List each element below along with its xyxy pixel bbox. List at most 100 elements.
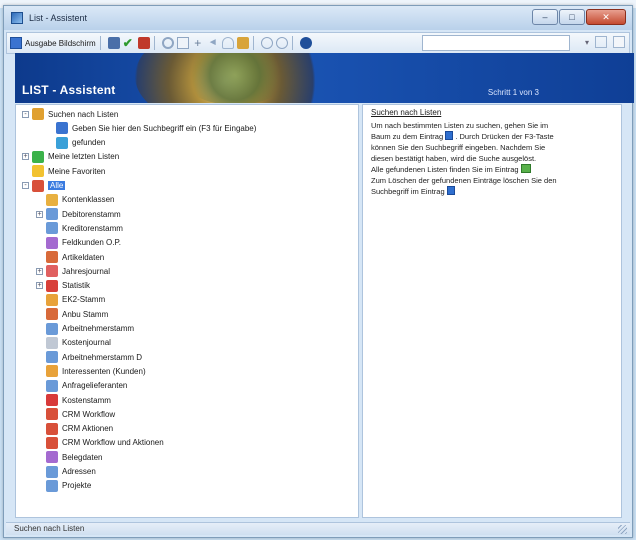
help-button[interactable] [299,34,312,52]
tree-item-label: CRM Workflow [62,409,116,419]
tree-item[interactable]: + Meine letzten Listen [22,150,119,164]
expand-toggle-icon[interactable]: + [36,267,43,275]
people-icon [46,351,58,364]
first-button[interactable] [260,34,273,52]
expand-toggle-icon[interactable]: + [22,153,29,161]
doc-icon [46,308,58,321]
toolbar-separator [291,36,293,50]
cost-icon [46,394,58,406]
people-icon [46,208,58,221]
box-icon [46,251,58,263]
help-icon [299,37,312,49]
tree-item-label: CRM Aktionen [62,424,114,434]
tree-item[interactable]: Meine Favoriten [22,164,105,178]
crm-icon [46,408,58,421]
tree-item[interactable]: CRM Aktionen [36,422,113,436]
expand-toggle-icon[interactable]: + [36,210,43,218]
caption-buttons: – □ ✕ [531,9,626,25]
tree-item[interactable]: Adressen [36,465,96,479]
tree-item[interactable]: Kreditorenstamm [36,221,123,235]
list-found-icon [520,164,531,173]
expand-toggle-icon[interactable]: - [22,182,29,189]
back-button[interactable]: ◄ [207,34,219,52]
tree-item[interactable]: Kostenjournal [36,336,111,350]
document-icon[interactable] [613,36,625,48]
close-button[interactable]: ✕ [586,9,626,25]
tree-item[interactable]: Kontenklassen [36,193,114,207]
dropdown-arrow-icon[interactable]: ▾ [585,38,589,47]
info-icon [445,131,454,140]
people-icon [46,379,58,392]
tree-item[interactable]: Artikeldaten [36,250,104,264]
help-line: Suchbegriff im Eintrag [371,187,445,196]
add-button[interactable]: + [192,34,204,52]
tree-item[interactable]: EK2-Stamm [36,293,105,307]
tree-item-label: CRM Workflow und Aktionen [62,438,164,448]
help-line: . Durch Drücken der F3-Taste [455,132,554,141]
tree-item-label: Belegdaten [62,452,103,462]
refresh-button[interactable] [275,34,288,52]
resize-grip-icon[interactable] [618,525,627,534]
tree-item[interactable]: Feldkunden O.P. [36,236,121,250]
tree-item[interactable]: - Suchen nach Listen [22,107,118,121]
expand-toggle-icon[interactable]: - [22,110,29,118]
chart-icon [46,279,58,292]
tree-item-label: Arbeitnehmerstamm [62,324,135,333]
tree-item-label: Meine letzten Listen [48,152,120,162]
title-bar[interactable]: List - Assistent – □ ✕ [4,6,632,30]
tree-item-label: Jahresjournal [62,266,111,276]
print-button[interactable] [107,34,120,52]
search-field[interactable] [422,35,570,51]
tree-item-label: Anfragelieferanten [62,381,128,391]
tree-item[interactable]: Projekte [36,479,91,493]
banner-map-image [180,53,290,103]
maximize-button[interactable]: □ [559,9,585,25]
tree-item[interactable]: + Debitorenstamm [36,207,121,221]
tree-item[interactable]: Anfragelieferanten [36,379,127,393]
settings-button[interactable] [161,34,174,52]
tree-item-label: Kostenjournal [62,338,111,348]
lock-button[interactable] [236,34,249,52]
tree-item-label: Meine Favoriten [48,166,106,176]
tree-item[interactable]: Geben Sie hier den Suchbegriff ein (F3 f… [46,121,256,135]
list-assistant-window: List - Assistent – □ ✕ Ausgabe Bildschir… [3,5,634,538]
search-icon [32,108,44,120]
copy-button[interactable] [176,34,189,52]
tree-item[interactable]: Anbu Stamm [36,307,108,321]
expand-toggle-icon[interactable]: + [36,282,43,290]
list-tree[interactable]: - Suchen nach Listen Geben Sie hier den Su… [15,104,359,518]
receipt-icon [46,451,58,464]
help-title: Suchen nach Listen [371,108,442,117]
tree-item[interactable]: + Jahresjournal [36,264,110,278]
tree-item[interactable]: gefunden [46,136,105,150]
tree-item[interactable]: Kostenstamm [36,393,111,407]
tree-item[interactable]: + Statistik [36,279,90,293]
minimize-button[interactable]: – [532,9,558,25]
export-button[interactable] [137,34,150,52]
user-button[interactable] [221,34,234,52]
output-screen-button[interactable]: Ausgabe Bildschirm [10,34,96,52]
confirm-button[interactable]: ✔ [123,34,135,52]
tree-item-label: Projekte [62,481,92,491]
tree-item-label: Interessenten (Kunden) [62,366,146,376]
tree-item[interactable]: Belegdaten [36,450,102,464]
tree-item[interactable]: Arbeitnehmerstamm D [36,350,142,364]
tree-item[interactable]: CRM Workflow und Aktionen [36,436,164,450]
tree-item[interactable]: Arbeitnehmerstamm [36,322,134,336]
toolbar-separator [153,36,155,50]
tree-item[interactable]: Interessenten (Kunden) [36,364,146,378]
tree-item[interactable]: CRM Workflow [36,407,115,421]
tools-icon[interactable] [595,36,607,48]
help-line: können Sie den Suchbegriff eingeben. Nac… [371,143,546,152]
tree-item[interactable]: - Alle [22,179,66,193]
tree-item-label: Kostenstamm [62,395,111,405]
info-icon [56,122,68,135]
